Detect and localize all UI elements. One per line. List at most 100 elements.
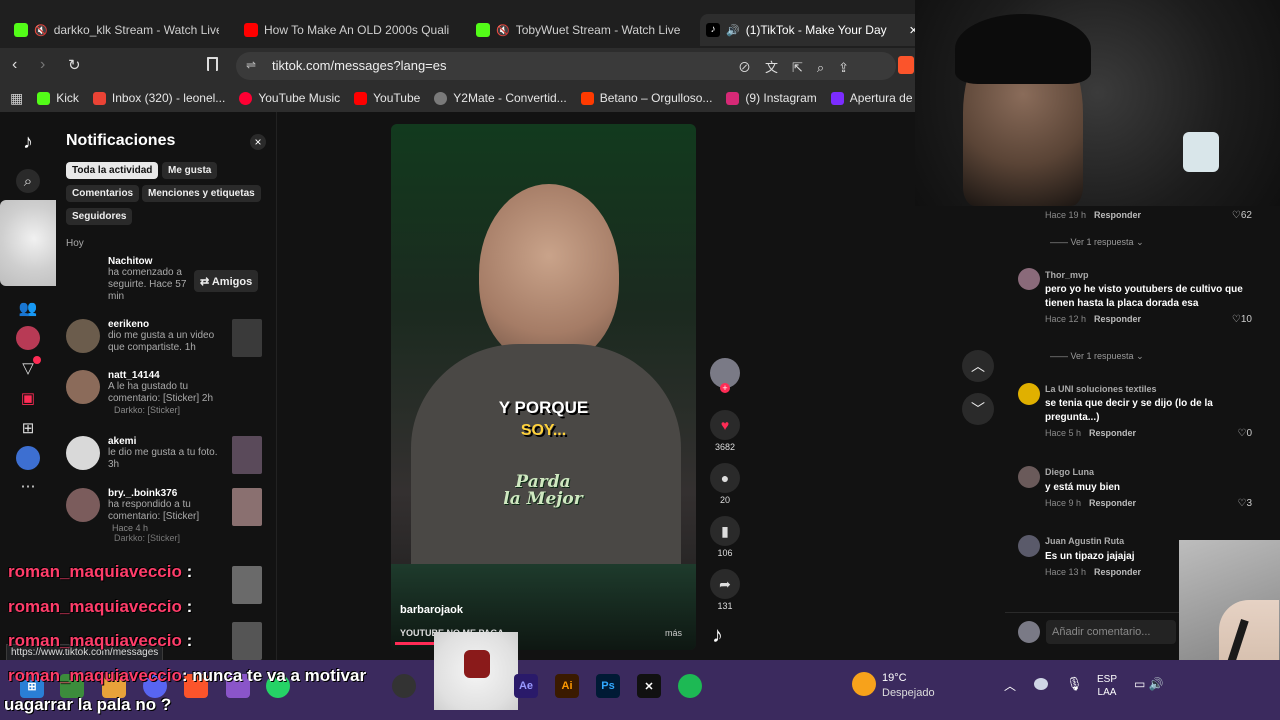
weather-desc[interactable]: Despejado [882,687,935,699]
photo-thumbnail[interactable] [232,436,262,474]
forward-icon[interactable]: › [40,56,45,74]
illustrator-icon[interactable]: Ai [555,674,579,698]
chat-username: roman_maquiaveccio [8,666,182,685]
avatar[interactable] [1018,383,1040,405]
bookmark-y2mate[interactable]: Y2Mate - Convertid... [434,91,567,105]
share-action[interactable]: ➦ 131 [708,569,742,611]
video-thumbnail[interactable] [232,622,262,660]
cloud-icon[interactable] [1034,678,1048,690]
comment-user[interactable]: Diego Luna [1045,467,1260,477]
view-replies-button[interactable]: —— Ver 1 respuesta ⌄ [1050,351,1144,362]
microphone-icon[interactable]: 🎙 [1066,676,1083,692]
like-action[interactable]: ♥ 3682 [708,410,742,452]
video-player[interactable]: Y PORQUE SOY... Parda la Mejor barbaroja… [391,124,696,650]
messages-icon[interactable]: ▣ [16,386,40,410]
tab-darkko[interactable]: 🔇 darkko_klk Stream - Watch Live o [14,16,219,44]
chat-username: roman_maquiaveccio [8,562,182,581]
bookmark-youtube-music[interactable]: YouTube Music [239,91,340,105]
view-replies-button[interactable]: —— Ver 1 respuesta ⌄ [1050,237,1144,248]
bookmark-youtube[interactable]: YouTube [354,91,420,105]
reply-button[interactable]: Responder [1089,498,1136,508]
filter-comments[interactable]: Comentarios [66,185,140,202]
back-icon[interactable]: ‹ [12,56,17,74]
more-icon[interactable]: ⋯ [16,474,40,498]
heart-icon[interactable]: ♥ [710,410,740,440]
bookmark-kick[interactable]: Kick [37,91,79,105]
follow-plus-icon[interactable]: + [720,383,730,393]
view-replies-label: Ver 1 respuesta [1070,237,1134,247]
omnibox-actions-icons[interactable]: ⊘文⇱⌕⇪ [738,57,863,76]
obs-icon[interactable] [392,674,416,698]
share-icon[interactable]: ➦ [710,569,740,599]
video-thumbnail[interactable] [232,566,262,604]
avatar[interactable] [1018,268,1040,290]
brave-shield-icon[interactable] [898,56,914,74]
bookmark-apertura[interactable]: Apertura de [830,91,913,105]
gmail-icon [92,91,106,105]
apps-grid-icon[interactable]: ▦ [10,90,23,107]
bookmark-icon[interactable]: ▮ [710,516,740,546]
bookmark-betano[interactable]: Betano – Orgulloso... [580,91,712,105]
filter-likes[interactable]: Me gusta [162,162,218,179]
tab-tobywuet[interactable]: 🔇 TobyWuet Stream - Watch Live o [476,16,681,44]
capcut-icon[interactable]: ✕ [637,674,661,698]
after-effects-icon[interactable]: Ae [514,674,538,698]
upload-icon[interactable]: ⊞ [16,416,40,440]
notification-item[interactable]: akemi le dio me gusta a tu foto. 3h [66,436,266,474]
network-volume-icons[interactable]: ▭ 🔊 [1134,677,1164,691]
tiktok-logo-icon[interactable]: ♪ [16,130,40,154]
spotify-icon[interactable] [678,674,702,698]
comment-likes[interactable]: ♡10 [1232,314,1252,325]
profile-icon[interactable] [16,326,40,350]
filter-all[interactable]: Toda la actividad [66,162,159,179]
url-text[interactable]: tiktok.com/messages?lang=es [272,58,447,73]
notification-item[interactable]: bry._.boink376 ha respondido a tu coment… [66,488,266,543]
language-indicator[interactable]: ESP LAA [1097,673,1117,699]
save-action[interactable]: ▮ 106 [708,516,742,558]
bookmark-instagram[interactable]: (9) Instagram [726,91,817,105]
tab-youtube-video[interactable]: How To Make An OLD 2000s Quality [244,16,449,44]
bookmark-icon[interactable] [207,57,218,71]
bookmark-gmail[interactable]: Inbox (320) - leonel... [92,91,225,105]
search-icon[interactable]: ⌕ [16,169,40,193]
more-link[interactable]: más [665,628,682,638]
comment-icon[interactable]: ● [710,463,740,493]
close-button[interactable]: × [250,134,266,150]
friends-button[interactable]: ⇄ Amigos [194,270,259,292]
previous-video-button[interactable]: ︿ [962,350,994,382]
comment-likes[interactable]: ♡0 [1237,428,1252,439]
avatar[interactable] [1018,535,1040,557]
next-video-button[interactable]: ﹀ [962,393,994,425]
reload-icon[interactable]: ↻ [68,56,81,74]
comment-user[interactable]: La UNI soluciones textiles [1045,384,1260,394]
tab-tiktok[interactable]: ♪ 🔊 (1)TikTok - Make Your Day × [700,14,924,46]
video-thumbnail[interactable] [232,488,262,526]
notification-item[interactable]: natt_14144 A le ha gustado tu comentario… [66,370,266,415]
view-replies-label: Ver 1 respuesta [1070,351,1134,361]
weather-temp[interactable]: 19°C [882,672,907,684]
site-settings-icon[interactable]: ⇌ [246,58,256,72]
filter-followers[interactable]: Seguidores [66,208,133,225]
notification-item[interactable]: eerikeno dio me gusta a un video que com… [66,319,266,357]
video-thumbnail[interactable] [232,319,262,357]
bookmark-label: Apertura de [849,91,913,105]
avatar[interactable] [16,446,40,470]
reply-button[interactable]: Responder [1089,428,1136,438]
avatar[interactable] [1018,466,1040,488]
comment-input[interactable]: Añadir comentario... [1046,620,1176,644]
comment-user[interactable]: Thor_mvp [1045,270,1260,280]
chevron-up-icon[interactable]: ︿ [1004,677,1016,694]
comment-likes[interactable]: ♡62 [1232,210,1252,221]
comment-likes[interactable]: ♡3 [1237,498,1252,509]
youtube-icon [244,23,258,37]
filter-mentions[interactable]: Menciones y etiquetas [142,185,261,202]
following-icon[interactable]: 👥 [16,296,40,320]
reply-button[interactable]: Responder [1094,210,1141,220]
photoshop-icon[interactable]: Ps [596,674,620,698]
reply-button[interactable]: Responder [1094,567,1141,577]
reply-button[interactable]: Responder [1094,314,1141,324]
comment-action[interactable]: ● 20 [708,463,742,505]
chat-separator: : [186,597,193,616]
notification-text: ha respondido a tu comentario: [Sticker] [108,499,200,522]
video-author[interactable]: barbarojaok [400,604,463,616]
